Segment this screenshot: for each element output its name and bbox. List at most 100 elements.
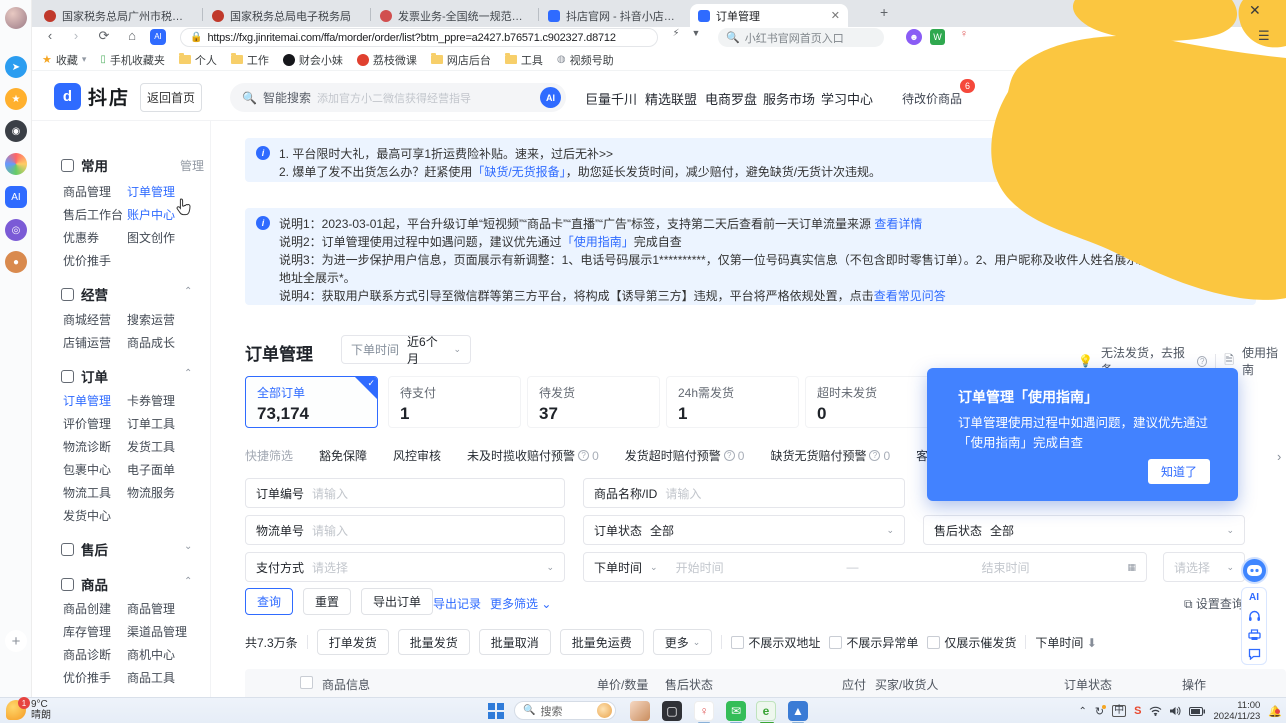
- orange-app-icon[interactable]: ●: [5, 251, 27, 273]
- order-no-input[interactable]: 订单编号请输入: [245, 478, 565, 508]
- export-orders-button[interactable]: 导出订单: [361, 588, 433, 615]
- order-time-range-select[interactable]: 下单时间 近6个月 ⌄: [341, 335, 471, 364]
- browser-tab[interactable]: 抖店官网 - 抖音小店，抖音电商: [540, 4, 688, 27]
- aftersale-status-select[interactable]: 售后状态全部⌄: [923, 515, 1245, 545]
- sidebar-item[interactable]: 渠道品管理: [127, 623, 187, 640]
- battery-icon[interactable]: [1189, 707, 1205, 716]
- back-icon[interactable]: ‹: [40, 28, 60, 43]
- forward-icon[interactable]: ›: [66, 28, 86, 43]
- purple-app-icon[interactable]: ◎: [5, 219, 27, 241]
- ai-app-icon[interactable]: AI: [5, 186, 27, 208]
- refresh-icon[interactable]: ⟳: [94, 28, 114, 44]
- taskbar-search[interactable]: 🔍 搜索: [514, 701, 616, 720]
- more-button[interactable]: 更多⌄: [653, 629, 713, 655]
- home-icon[interactable]: ⌂: [122, 28, 142, 43]
- tray-expand-icon[interactable]: ⌃: [1079, 706, 1087, 717]
- pin-app-icon[interactable]: ♀: [694, 701, 714, 721]
- sidebar-item[interactable]: 发货中心: [63, 507, 111, 524]
- product-name-input[interactable]: 商品名称/ID请输入: [583, 478, 905, 508]
- new-tab-button[interactable]: +: [880, 4, 888, 20]
- tracking-no-input[interactable]: 物流单号请输入: [245, 515, 565, 545]
- report-link[interactable]: 「缺货/无货报备」: [472, 165, 565, 179]
- ai-search-icon[interactable]: AI: [540, 87, 561, 108]
- tab-close-icon[interactable]: ✕: [831, 9, 840, 22]
- browser-tab-active[interactable]: 订单管理 ✕: [690, 4, 848, 27]
- chevron-up-icon[interactable]: ⌃: [184, 286, 192, 297]
- start-button[interactable]: [488, 703, 504, 719]
- chevron-up-icon[interactable]: ⌃: [184, 576, 192, 587]
- usage-guide-link[interactable]: 使用指南: [1242, 344, 1286, 378]
- sidebar-item[interactable]: 优价推手: [63, 252, 111, 269]
- bulk-cancel-button[interactable]: 批量取消: [479, 629, 551, 655]
- sidebar-item[interactable]: 店铺运营: [63, 334, 111, 351]
- sort-by-time[interactable]: 下单时间 ⬇: [1035, 634, 1096, 651]
- brand[interactable]: d 抖店: [54, 83, 130, 110]
- page-scrollbar[interactable]: [1279, 190, 1284, 260]
- popup-confirm-button[interactable]: 知道了: [1148, 459, 1210, 484]
- sidebar-item[interactable]: 物流工具: [63, 484, 111, 501]
- paint-app-icon[interactable]: [630, 701, 650, 721]
- star-icon[interactable]: ★: [5, 88, 27, 110]
- sidebar-item[interactable]: 图文创作: [127, 229, 175, 246]
- stat-card-overdue[interactable]: 超时未发货 0: [805, 376, 938, 428]
- url-bar[interactable]: 🔒 https://fxg.jinritemai.com/ffa/morder/…: [180, 28, 658, 47]
- bookmark-item[interactable]: 网店后台: [431, 52, 491, 68]
- reset-button[interactable]: 重置: [303, 588, 351, 615]
- filter-chip[interactable]: 豁免保障: [319, 447, 367, 464]
- export-log-link[interactable]: 导出记录: [433, 595, 481, 612]
- colorful-app-icon[interactable]: [5, 153, 27, 175]
- bookmark-item[interactable]: ▯手机收藏夹: [100, 52, 165, 68]
- bookmark-favorites[interactable]: ★收藏▾: [42, 52, 86, 68]
- section-orders[interactable]: 订单: [61, 366, 108, 386]
- bookmark-item[interactable]: 工作: [231, 52, 269, 68]
- select-all-checkbox[interactable]: [300, 676, 313, 689]
- sogou-icon[interactable]: S: [1134, 705, 1141, 717]
- sidebar-item[interactable]: 电子面单: [127, 461, 175, 478]
- sync-icon[interactable]: ↻: [1095, 705, 1104, 718]
- sidebar-item[interactable]: 优惠券: [63, 229, 99, 246]
- user-avatar[interactable]: [5, 7, 27, 29]
- filter-chip[interactable]: 未及时揽收赔付预警?0: [467, 447, 599, 464]
- sidebar-item[interactable]: 商城经营: [63, 311, 111, 328]
- chat-icon[interactable]: [1248, 648, 1261, 660]
- taskbar-clock[interactable]: 11:002024/11/23: [1213, 700, 1260, 722]
- browser-search-box[interactable]: 🔍 小红书官网首页入口: [718, 28, 884, 47]
- chevron-down-icon[interactable]: ⌄: [184, 541, 192, 552]
- section-aftersale[interactable]: 售后: [61, 539, 108, 559]
- wechat-app-icon[interactable]: ✉: [726, 701, 746, 721]
- browser-menu-icon[interactable]: ☰: [1258, 28, 1270, 44]
- sidebar-item[interactable]: 发货工具: [127, 438, 175, 455]
- volume-icon[interactable]: [1170, 706, 1181, 716]
- notification-bell-icon[interactable]: 🔔: [1268, 705, 1282, 718]
- ime-icon[interactable]: 中: [1112, 705, 1126, 717]
- ai-dock-icon[interactable]: AI: [1249, 592, 1259, 603]
- hide-abnormal-checkbox[interactable]: 不展示异常单: [829, 634, 918, 651]
- sidebar-item-order-management[interactable]: 订单管理: [63, 392, 111, 409]
- sidebar-item[interactable]: 商品诊断: [63, 646, 111, 663]
- stat-card-all-orders[interactable]: ✓ 全部订单 73,174: [245, 376, 378, 428]
- order-status-select[interactable]: 订单状态全部⌄: [583, 515, 905, 545]
- weather-widget[interactable]: 1 9°C晴朗: [6, 699, 51, 721]
- bookmark-item[interactable]: 荔枝微课: [357, 52, 417, 68]
- pay-method-select[interactable]: 支付方式请选择⌄: [245, 552, 565, 582]
- sidebar-item[interactable]: 物流服务: [127, 484, 175, 501]
- bulk-free-shipping-button[interactable]: 批量免运费: [560, 629, 644, 655]
- sidebar-item[interactable]: 商品成长: [127, 334, 175, 351]
- filter-chip[interactable]: 缺货无货赔付预警?0: [770, 447, 890, 464]
- sidebar-item[interactable]: 商品工具: [127, 669, 175, 686]
- sidebar-item[interactable]: 物流诊断: [63, 438, 111, 455]
- sidebar-item[interactable]: 卡券管理: [127, 392, 175, 409]
- more-filters-link[interactable]: 更多筛选 ⌄: [490, 595, 551, 612]
- headset-icon[interactable]: [1248, 610, 1261, 622]
- sidebar-item[interactable]: 优价推手: [63, 669, 111, 686]
- bulk-ship-button[interactable]: 批量发货: [398, 629, 470, 655]
- stat-card-to-ship[interactable]: 待发货 37: [527, 376, 660, 428]
- section-products[interactable]: 商品: [61, 574, 108, 594]
- urge-only-checkbox[interactable]: 仅展示催发货: [927, 634, 1016, 651]
- chevron-up-icon[interactable]: ⌃: [184, 368, 192, 379]
- add-icon[interactable]: +: [5, 630, 27, 652]
- chevron-down-icon[interactable]: ▼: [686, 28, 706, 38]
- doc-ext-icon[interactable]: W: [930, 29, 945, 45]
- shop-search-input[interactable]: 🔍 智能搜索 添加官方小二微信获得经营指导 AI: [230, 83, 566, 112]
- query-button[interactable]: 查询: [245, 588, 293, 615]
